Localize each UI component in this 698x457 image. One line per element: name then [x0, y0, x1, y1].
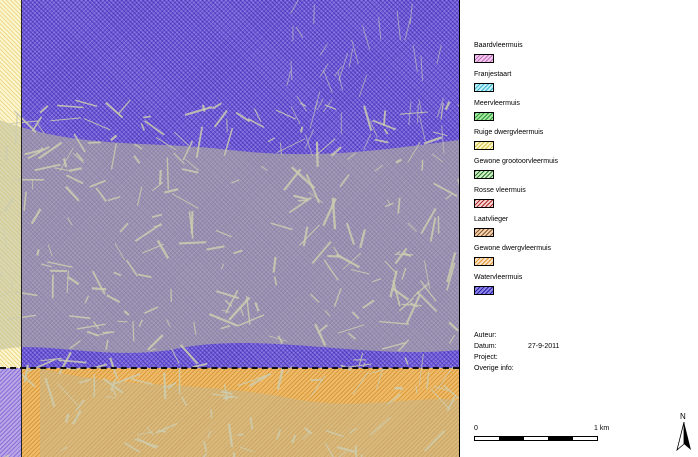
legend-label: Franjestaart — [474, 71, 512, 78]
scale-start-label: 0 — [474, 425, 478, 432]
legend-swatch — [474, 141, 494, 150]
legend-swatch — [474, 112, 494, 121]
zone-boundary-horizontal — [0, 367, 459, 369]
legend-item: Ruige dwergvleermuis — [470, 129, 690, 158]
scale-segment — [523, 437, 549, 440]
zone-boundary-vertical — [21, 0, 22, 457]
scale-bar: 0 1 km — [474, 425, 609, 445]
north-label: N — [680, 412, 686, 421]
scale-segment — [572, 437, 598, 440]
legend-label: Rosse vleermuis — [474, 187, 526, 194]
legend-swatch — [474, 228, 494, 237]
legend-swatch — [474, 83, 494, 92]
legend-label: Ruige dwergvleermuis — [474, 129, 544, 136]
legend-swatch — [474, 54, 494, 63]
meta-project-label: Project: — [474, 354, 498, 361]
meta-date-label: Datum: — [474, 343, 497, 350]
scale-bar-graphic — [474, 436, 598, 441]
legend-swatch — [474, 286, 494, 295]
map-view[interactable] — [0, 0, 460, 457]
legend-item: Gewone grootoorvleermuis — [470, 158, 690, 187]
meta-other-label: Overige info: — [474, 365, 514, 372]
legend-item: Watervleermuis — [470, 274, 690, 303]
legend-item: Meervleermuis — [470, 100, 690, 129]
scale-segment — [548, 437, 573, 440]
map-metadata: Auteur: Datum: 27-9-2011 Project: Overig… — [474, 332, 674, 376]
legend-label: Laatvlieger — [474, 216, 509, 223]
north-arrow: N — [676, 412, 692, 452]
meta-date-value: 27-9-2011 — [528, 343, 560, 350]
legend-item: Rosse vleermuis — [470, 187, 690, 216]
legend-item: Gewone dwergvleermuis — [470, 245, 690, 274]
meta-author-row: Auteur: — [474, 332, 674, 343]
meta-author-label: Auteur: — [474, 332, 497, 339]
legend-swatch — [474, 257, 494, 266]
scale-end-label: 1 km — [594, 425, 610, 432]
scale-segment — [475, 437, 500, 440]
legend-swatch — [474, 170, 494, 179]
meta-date-row: Datum: 27-9-2011 — [474, 343, 674, 354]
scale-segment — [499, 437, 524, 440]
legend-label: Watervleermuis — [474, 274, 523, 281]
meta-other-row: Overige info: — [474, 365, 674, 376]
legend-item: Laatvlieger — [470, 216, 690, 245]
legend-item: Franjestaart — [470, 71, 690, 100]
legend-swatch — [474, 199, 494, 208]
legend-label: Baardvleermuis — [474, 42, 523, 49]
legend-label: Meervleermuis — [474, 100, 520, 107]
legend-label: Gewone dwergvleermuis — [474, 245, 552, 252]
map-legend: Baardvleermuis Franjestaart Meervleermuis R… — [470, 42, 690, 303]
legend-label: Gewone grootoorvleermuis — [474, 158, 559, 165]
legend-item: Baardvleermuis — [470, 42, 690, 71]
meta-project-row: Project: — [474, 354, 674, 365]
street-network-overlay — [0, 0, 459, 457]
north-arrow-icon — [676, 422, 691, 452]
